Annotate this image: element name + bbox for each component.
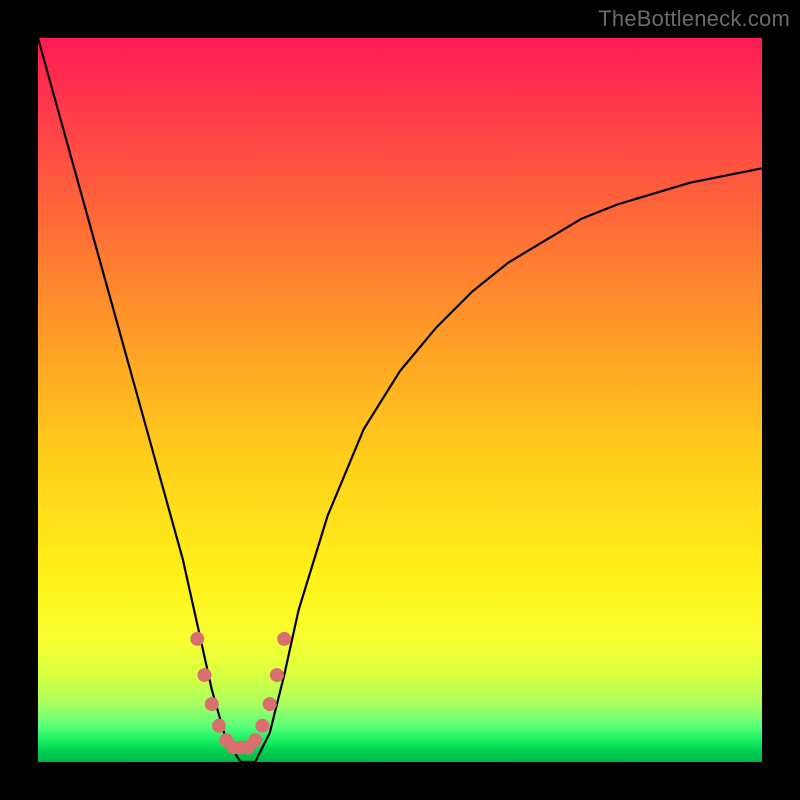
curve-layer bbox=[38, 38, 762, 762]
emphasis-dot bbox=[248, 733, 262, 747]
emphasis-dot bbox=[198, 668, 212, 682]
emphasis-dots bbox=[190, 632, 291, 755]
emphasis-dot bbox=[277, 632, 291, 646]
bottleneck-curve bbox=[38, 38, 762, 762]
emphasis-dot bbox=[212, 719, 226, 733]
chart-frame: TheBottleneck.com bbox=[0, 0, 800, 800]
emphasis-dot bbox=[205, 697, 219, 711]
watermark-text: TheBottleneck.com bbox=[598, 6, 790, 32]
emphasis-dot bbox=[270, 668, 284, 682]
emphasis-dot bbox=[190, 632, 204, 646]
emphasis-dot bbox=[255, 719, 269, 733]
plot-area bbox=[38, 38, 762, 762]
emphasis-dot bbox=[263, 697, 277, 711]
